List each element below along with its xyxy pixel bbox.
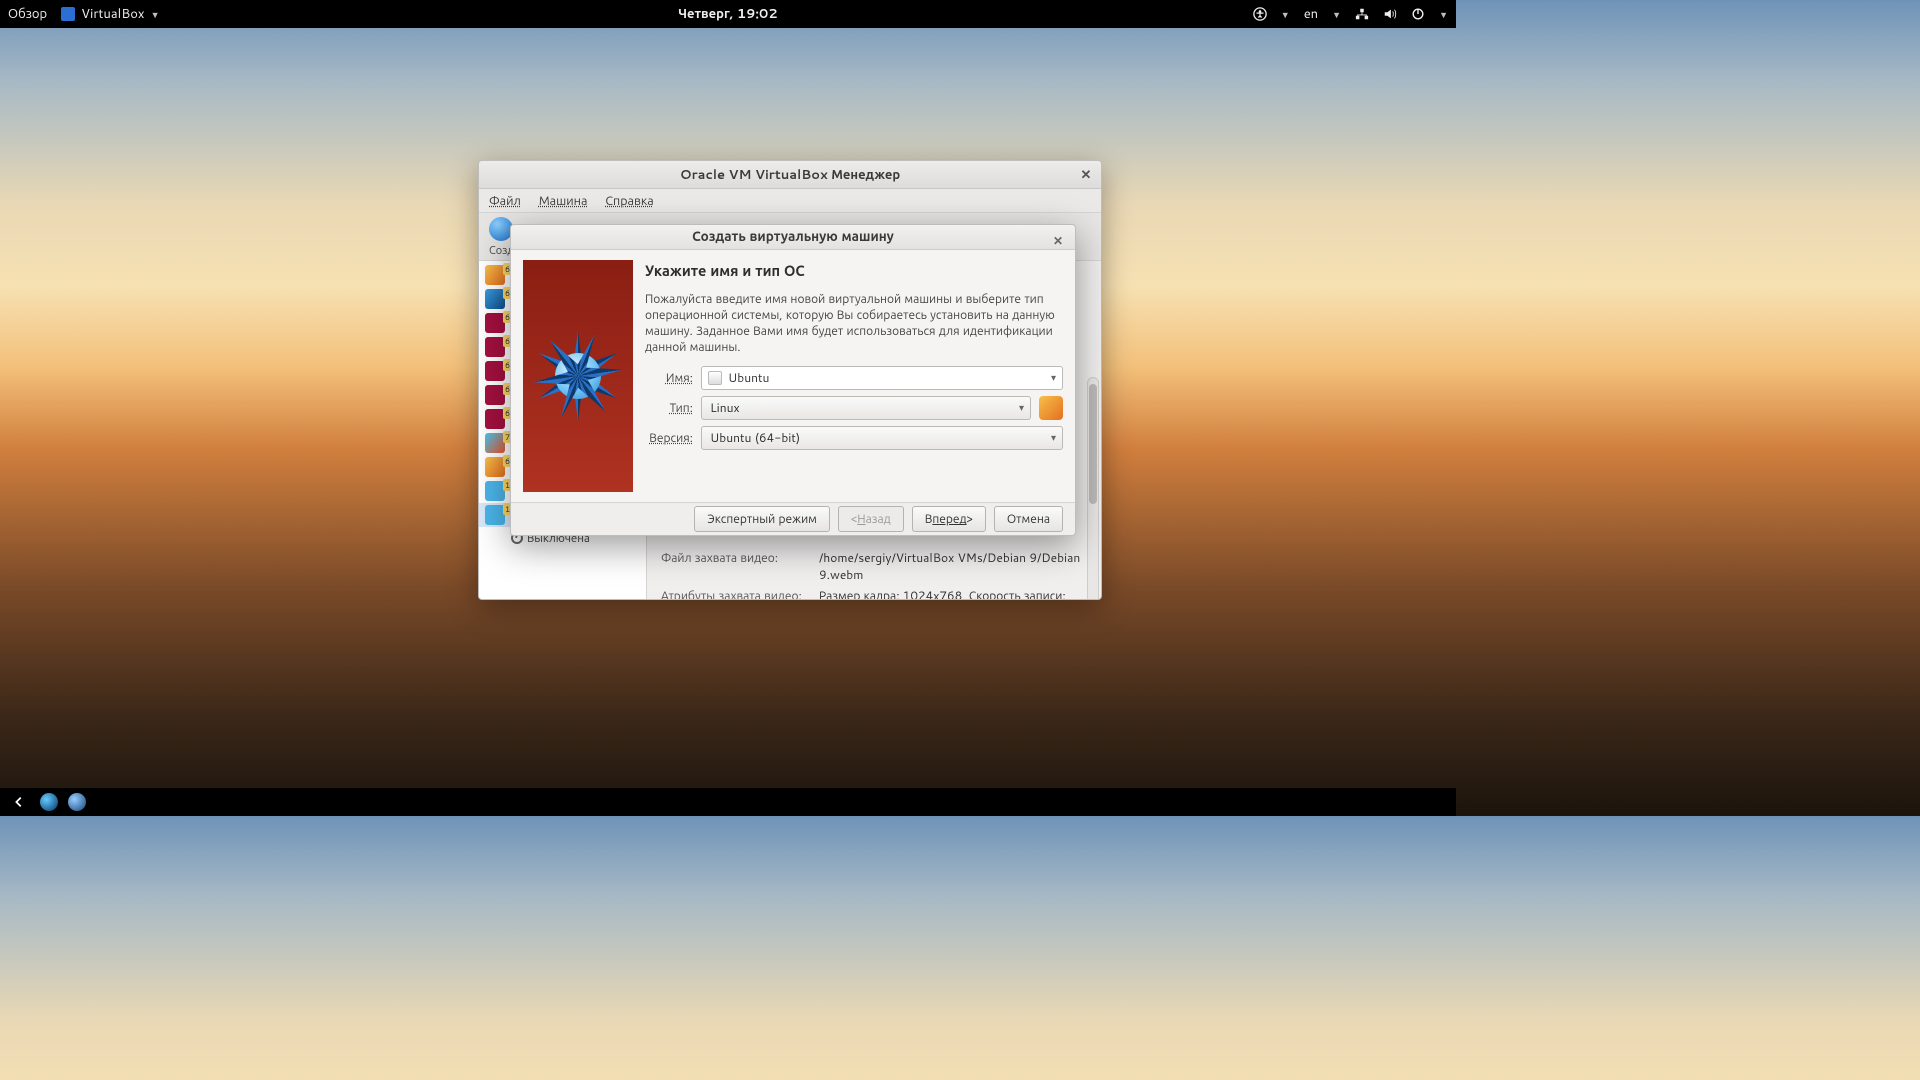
type-label: Тип: — [670, 399, 693, 416]
volume-icon[interactable] — [1383, 7, 1397, 21]
back-button: < Назад — [838, 506, 904, 532]
os-icon — [485, 457, 505, 477]
manager-titlebar[interactable]: Oracle VM VirtualBox Менеджер ✕ — [479, 161, 1101, 189]
create-vm-wizard: Создать виртуальную машину ✕ Укажите имя… — [510, 224, 1076, 536]
menu-help[interactable]: Справка — [605, 192, 653, 210]
os-icon — [485, 481, 505, 501]
menu-file[interactable]: Файл — [489, 192, 521, 210]
chevron-down-icon: ▼ — [1439, 8, 1448, 21]
name-input-value: Ubuntu — [728, 369, 769, 386]
detail-capture-attr-value: Размер кадра: 1024x768, Скорость записи:… — [819, 587, 1087, 599]
next-button[interactable]: Вперед > — [912, 506, 986, 532]
type-select[interactable]: Linux — [701, 396, 1031, 420]
version-select[interactable]: Ubuntu (64-bit) — [701, 426, 1063, 450]
power-icon[interactable] — [1411, 7, 1425, 21]
back-nav-icon[interactable] — [8, 791, 30, 813]
os-icon — [485, 361, 505, 381]
os-icon — [485, 265, 505, 285]
detail-capture-file-label: Файл захвата видео: — [661, 549, 811, 583]
name-input[interactable]: Ubuntu — [701, 366, 1063, 390]
name-label: Имя: — [666, 369, 693, 386]
detail-capture-file-value: /home/sergiy/VirtualBox VMs/Debian 9/Deb… — [819, 549, 1087, 583]
clock[interactable]: Четверг, 19:02 — [678, 5, 777, 23]
dock-app-1[interactable] — [40, 793, 58, 811]
cancel-button[interactable]: Отмена — [994, 506, 1063, 532]
chevron-down-icon: ▼ — [1281, 8, 1290, 21]
activities-button[interactable]: Обзор — [8, 5, 47, 23]
wizard-title: Создать виртуальную машину — [692, 227, 894, 246]
type-select-value: Linux — [710, 399, 740, 416]
wizard-titlebar[interactable]: Создать виртуальную машину ✕ — [511, 225, 1075, 250]
app-menu-label: VirtualBox — [81, 5, 144, 23]
app-menu[interactable]: VirtualBox ▼ — [61, 5, 159, 23]
os-icon — [485, 337, 505, 357]
keyboard-layout-indicator[interactable]: en — [1304, 5, 1318, 23]
version-label: Версия: — [649, 429, 693, 446]
accessibility-icon[interactable] — [1253, 7, 1267, 21]
detail-capture-attr-label: Атрибуты захвата видео: — [661, 587, 811, 599]
chevron-down-icon: ▼ — [151, 8, 160, 21]
menu-machine[interactable]: Машина — [539, 192, 588, 210]
gnome-bottom-bar — [0, 788, 1456, 816]
version-select-value: Ubuntu (64-bit) — [710, 429, 800, 446]
chevron-down-icon: ▼ — [1332, 8, 1341, 21]
expert-mode-button[interactable]: Экспертный режим — [694, 506, 829, 532]
os-icon — [485, 313, 505, 333]
close-icon[interactable]: ✕ — [1077, 166, 1095, 184]
dock-app-2[interactable] — [68, 793, 86, 811]
os-icon — [485, 289, 505, 309]
virtualbox-icon — [61, 7, 75, 21]
wizard-description: Пожалуйста введите имя новой виртуальной… — [645, 291, 1063, 356]
os-family-icon — [1039, 396, 1063, 420]
os-icon — [485, 433, 505, 453]
starburst-icon — [533, 331, 623, 421]
wizard-illustration — [523, 260, 633, 492]
file-icon — [708, 371, 722, 385]
gnome-top-bar: Обзор VirtualBox ▼ Четверг, 19:02 ▼ en ▼… — [0, 0, 1456, 28]
detail-scrollbar[interactable] — [1087, 377, 1099, 600]
manager-title: Oracle VM VirtualBox Менеджер — [680, 166, 900, 184]
os-icon — [485, 385, 505, 405]
network-icon[interactable] — [1355, 7, 1369, 21]
close-icon[interactable]: ✕ — [1049, 231, 1067, 249]
manager-menubar: Файл Машина Справка — [479, 189, 1101, 213]
os-icon — [485, 409, 505, 429]
wizard-footer: Экспертный режим < Назад Вперед > Отмена — [511, 502, 1075, 535]
wizard-heading: Укажите имя и тип ОС — [645, 260, 1063, 281]
os-icon — [485, 505, 505, 525]
